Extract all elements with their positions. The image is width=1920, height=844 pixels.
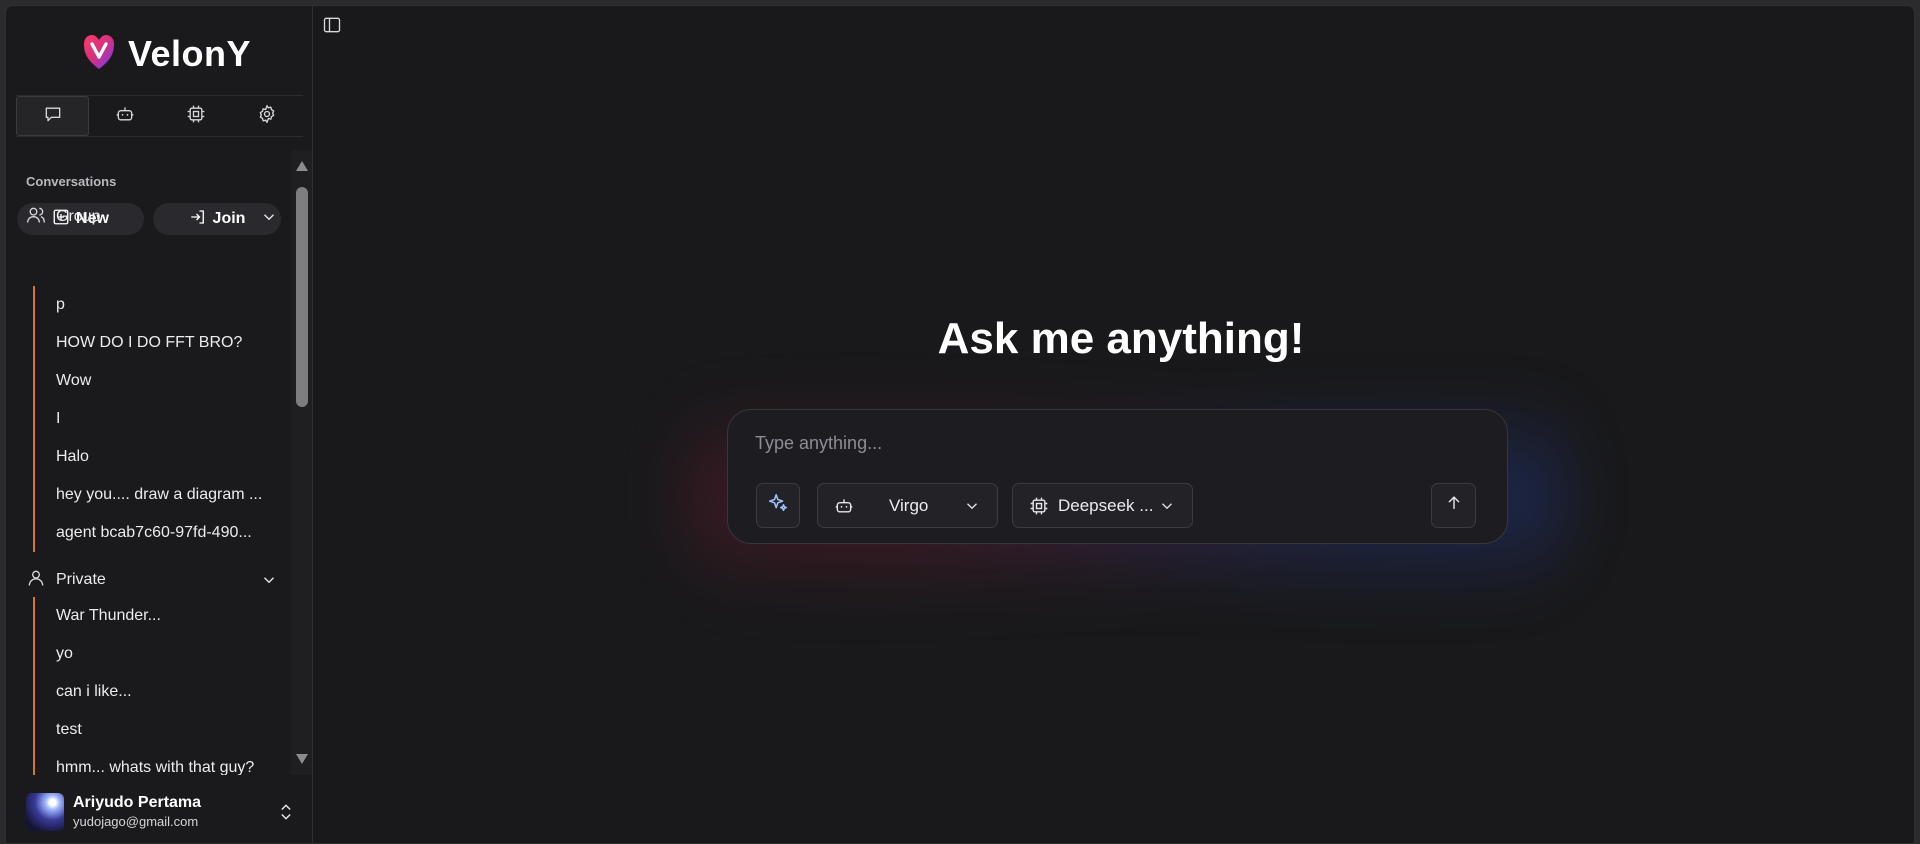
conversation-item[interactable]: I [35, 400, 278, 438]
chevrons-up-down-icon [276, 802, 296, 827]
group-conversation-list: p HOW DO I DO FFT BRO? Wow I Halo hey yo… [33, 286, 278, 552]
bot-icon [115, 104, 135, 129]
sparkles-icon [767, 492, 789, 519]
chat-composer: Virgo Deepseek ... [727, 409, 1508, 544]
gear-icon [257, 104, 277, 129]
sidebar-toggle-button[interactable] [322, 15, 344, 37]
group-section-header[interactable]: Group [26, 205, 278, 229]
chevron-down-icon [963, 497, 981, 520]
enhance-prompt-button[interactable] [756, 483, 800, 528]
message-input[interactable] [755, 430, 1475, 456]
user-account-menu[interactable]: Ariyudo Pertama yudojago@gmail.com [26, 791, 296, 833]
chevron-down-icon [1158, 497, 1176, 520]
arrow-up-icon [1444, 493, 1464, 518]
conversation-item[interactable]: yo [35, 635, 278, 673]
conversations-heading: Conversations [26, 174, 117, 189]
send-button[interactable] [1431, 483, 1476, 528]
model-select-label: Deepseek ... [1058, 495, 1154, 515]
tab-agents[interactable] [89, 96, 160, 136]
user-email: yudojago@gmail.com [73, 814, 199, 829]
conversation-item[interactable]: agent bcab7c60-97fd-490... [35, 514, 278, 552]
conversation-item[interactable]: HOW DO I DO FFT BRO? [35, 324, 278, 362]
cpu-icon [186, 104, 206, 129]
sidebar-nav [16, 95, 303, 137]
tab-models[interactable] [161, 96, 232, 136]
tab-chats[interactable] [16, 96, 90, 136]
conversation-item[interactable]: War Thunder... [35, 597, 278, 635]
brand-name: VelonY [128, 33, 252, 74]
conversation-scroll-area[interactable]: Conversations New Join Group p HOW DO I … [6, 150, 291, 775]
agent-select[interactable]: Virgo [817, 483, 998, 528]
conversation-item[interactable]: can i like... [35, 673, 278, 711]
scroll-down-arrow-icon[interactable] [296, 754, 308, 764]
panel-left-icon [322, 17, 342, 39]
users-icon [26, 205, 46, 230]
conversation-item[interactable]: hey you.... draw a diagram ... [35, 476, 278, 514]
sidebar-scrollbar[interactable] [291, 150, 312, 775]
chat-icon [43, 104, 63, 129]
sidebar: VelonY Conversations New Join Group p HO… [6, 6, 313, 843]
app-window: VelonY Conversations New Join Group p HO… [5, 5, 1915, 844]
chevron-down-icon[interactable] [260, 571, 278, 594]
user-info: Ariyudo Pertama yudojago@gmail.com [73, 793, 201, 831]
page-title: Ask me anything! [937, 314, 1305, 363]
user-name: Ariyudo Pertama [73, 794, 202, 811]
conversation-item[interactable]: p [35, 286, 278, 324]
user-icon [26, 568, 46, 593]
conversation-item[interactable]: Halo [35, 438, 278, 476]
private-section-label: Private [56, 571, 106, 588]
model-select[interactable]: Deepseek ... [1012, 483, 1193, 528]
private-section-header[interactable]: Private [26, 568, 278, 592]
group-section-label: Group [56, 208, 101, 225]
conversation-item[interactable]: hmm... whats with that guy? [35, 749, 278, 775]
scroll-up-arrow-icon[interactable] [296, 161, 308, 171]
conversation-item[interactable]: test [35, 711, 278, 749]
velony-logo-icon [82, 33, 116, 76]
brand: VelonY [82, 32, 251, 76]
tab-settings[interactable] [232, 96, 303, 136]
bot-icon [834, 496, 854, 516]
scrollbar-thumb[interactable] [296, 187, 308, 407]
agent-select-label: Virgo [889, 495, 929, 515]
cpu-icon [1029, 496, 1049, 516]
avatar [26, 793, 64, 831]
conversation-item[interactable]: Wow [35, 362, 278, 400]
private-conversation-list: War Thunder... yo can i like... test hmm… [33, 597, 278, 775]
chevron-down-icon[interactable] [260, 208, 278, 231]
